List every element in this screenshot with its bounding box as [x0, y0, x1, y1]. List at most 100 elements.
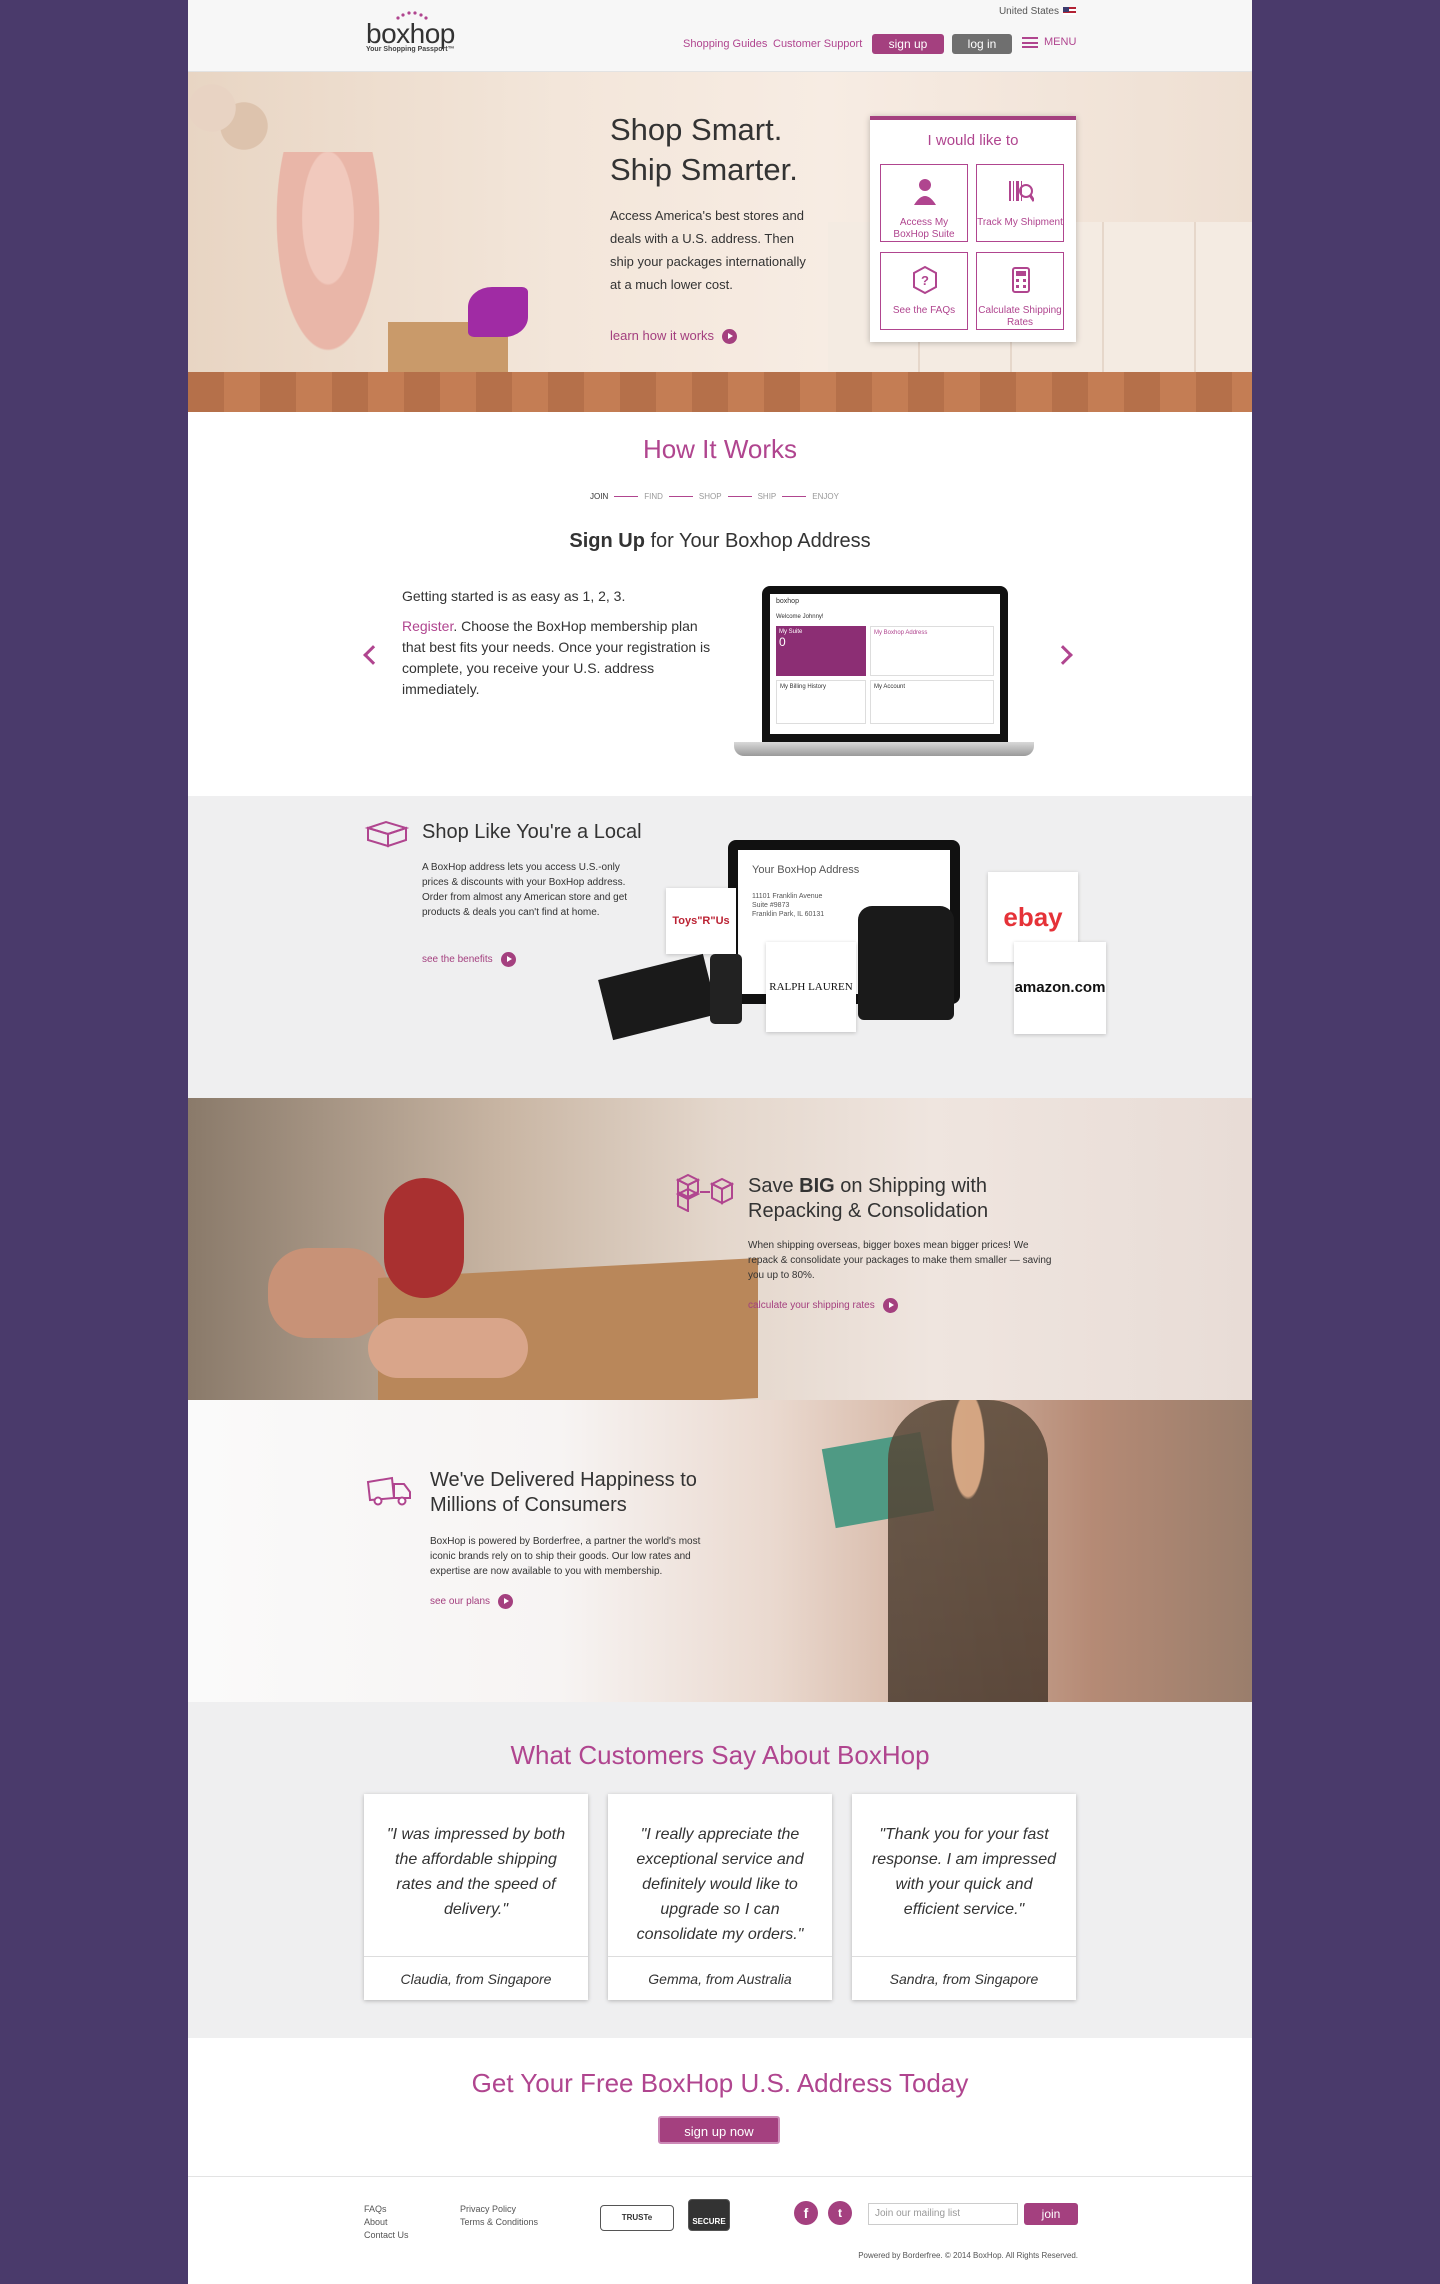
- how-it-works-title: How It Works: [642, 434, 798, 464]
- laptop-base-image: [734, 742, 1034, 756]
- hero-banner: Shop Smart. Ship Smarter. Access America…: [188, 72, 1252, 412]
- shop-title: Shop Like You're a Local: [422, 821, 642, 843]
- hamburger-icon: [1022, 36, 1038, 48]
- step-divider: [782, 496, 807, 498]
- site-header: boxhop Your Shopping Passport™ United St…: [188, 0, 1252, 72]
- step-divider: [668, 496, 693, 498]
- save-body: When shipping overseas, bigger boxes mea…: [748, 1240, 1052, 1281]
- tile-see-faqs[interactable]: ? See the FAQs: [880, 252, 968, 330]
- carousel-next-arrow-icon[interactable]: [1053, 645, 1073, 665]
- learn-how-label: learn how it works: [610, 328, 715, 343]
- us-flag-icon: [1063, 7, 1076, 16]
- step-join[interactable]: JOIN: [590, 492, 608, 501]
- toysrus-logo: Toys"R"Us: [666, 888, 736, 954]
- delivered-title-line1: We've Delivered Happiness to: [430, 1469, 697, 1491]
- facebook-icon[interactable]: f: [794, 2201, 818, 2225]
- testimonial-author: Claudia, from Singapore: [364, 1956, 588, 2000]
- delivered-title: We've Delivered Happiness to Millions of…: [430, 1468, 697, 1518]
- play-arrow-icon: [498, 1594, 514, 1609]
- testimonial-author: Sandra, from Singapore: [852, 1956, 1076, 2000]
- testimonial-card: "I really appreciate the exceptional ser…: [608, 1794, 832, 2000]
- see-plans-link[interactable]: see our plans: [430, 1594, 514, 1609]
- screen-address-label: My Boxhop Address: [874, 630, 928, 636]
- footer-link-privacy[interactable]: Privacy Policy: [460, 2203, 538, 2216]
- tile-track-shipment[interactable]: Track My Shipment: [976, 164, 1064, 242]
- hero-title-line1: Shop Smart.: [610, 112, 783, 147]
- play-arrow-icon: [500, 952, 516, 967]
- save-title-line1: Save BIG on Shipping with: [748, 1174, 988, 1199]
- tape-dispenser-image: [384, 1178, 464, 1298]
- step-ship[interactable]: SHIP: [758, 492, 777, 501]
- save-title: Save BIG on Shipping with Repacking & Co…: [748, 1174, 988, 1224]
- delivered-title-line2: Millions of Consumers: [430, 1494, 627, 1516]
- svg-text:?: ?: [921, 273, 929, 288]
- twitter-icon[interactable]: t: [828, 2201, 852, 2225]
- learn-how-link[interactable]: learn how it works: [610, 328, 738, 345]
- step-shop[interactable]: SHOP: [699, 492, 722, 501]
- calculate-rates-link[interactable]: calculate your shipping rates: [748, 1298, 898, 1313]
- copyright: Powered by Borderfree. © 2014 BoxHop. Al…: [858, 2251, 1078, 2260]
- quick-actions-title: I would like to: [927, 132, 1019, 149]
- hero-title-line2: Ship Smarter.: [610, 152, 798, 187]
- footer-link-about[interactable]: About: [364, 2216, 409, 2229]
- screen-account-label: My Account: [874, 684, 906, 690]
- boxhop-logo[interactable]: boxhop Your Shopping Passport™: [366, 11, 455, 53]
- register-link[interactable]: Register: [402, 618, 453, 634]
- steps-indicator: JOIN FIND SHOP SHIP ENJOY: [590, 492, 839, 501]
- tile-calculate-rates[interactable]: Calculate Shipping Rates: [976, 252, 1064, 330]
- save-title-post: on Shipping with: [834, 1175, 988, 1197]
- boxes-icon: [364, 820, 410, 848]
- footer-link-terms[interactable]: Terms & Conditions: [460, 2216, 538, 2229]
- hero-title: Shop Smart. Ship Smarter.: [610, 110, 798, 190]
- address-line: 11101 Franklin Avenue: [752, 893, 823, 900]
- testimonial-quote: "I really appreciate the exceptional ser…: [636, 1826, 804, 1943]
- testimonial-author: Gemma, from Australia: [608, 1956, 832, 2000]
- truste-badge[interactable]: TRUSTe: [600, 2205, 674, 2231]
- nav-shopping-guides[interactable]: Shopping Guides: [683, 38, 767, 50]
- tile-access-suite[interactable]: Access My BoxHop Suite: [880, 164, 968, 242]
- mailing-list-input[interactable]: Join our mailing list: [868, 2203, 1018, 2225]
- delivered-section: We've Delivered Happiness to Millions of…: [188, 1400, 1252, 1702]
- amazon-logo: amazon.com: [1014, 942, 1106, 1034]
- play-arrow-icon: [722, 329, 738, 345]
- tablet-image: [598, 953, 718, 1041]
- see-benefits-label: see the benefits: [422, 954, 493, 966]
- join-button[interactable]: join: [1024, 2203, 1078, 2225]
- footer-link-contact[interactable]: Contact Us: [364, 2229, 409, 2242]
- digicert-badge[interactable]: SECURE: [688, 2199, 730, 2231]
- testimonials-title: What Customers Say About BoxHop: [510, 1740, 930, 1770]
- testimonial-quote: "I was impressed by both the affordable …: [386, 1826, 566, 1918]
- site-footer: FAQs About Contact Us Privacy Policy Ter…: [188, 2176, 1252, 2284]
- country-selector[interactable]: United States: [999, 6, 1076, 17]
- how-subtitle-rest: for Your Boxhop Address: [644, 530, 871, 552]
- step-enjoy[interactable]: ENJOY: [812, 492, 839, 501]
- how-intro: Getting started is as easy as 1, 2, 3.: [402, 588, 626, 604]
- nav-customer-support[interactable]: Customer Support: [773, 38, 862, 50]
- hero-floor-image: [188, 372, 1252, 412]
- screen-billing-tile: My Billing History: [776, 680, 866, 724]
- menu-button[interactable]: MENU: [1022, 36, 1076, 48]
- screen-billing-label: My Billing History: [780, 684, 827, 690]
- step-find[interactable]: FIND: [644, 492, 663, 501]
- arm-image: [268, 1248, 388, 1338]
- hand-image: [368, 1318, 528, 1378]
- man-image: [888, 1400, 1048, 1702]
- signup-button[interactable]: sign up: [872, 34, 944, 54]
- quick-actions-panel: I would like to Access My BoxHop Suite T…: [870, 116, 1076, 342]
- testimonials-section: What Customers Say About BoxHop "I was i…: [188, 1702, 1252, 2038]
- see-benefits-link[interactable]: see the benefits: [422, 952, 516, 967]
- how-body: Register. Choose the BoxHop membership p…: [402, 616, 718, 700]
- how-subtitle: Sign Up for Your Boxhop Address: [188, 530, 1252, 553]
- page: boxhop Your Shopping Passport™ United St…: [188, 0, 1252, 2284]
- tile-label: See the FAQs: [892, 305, 956, 316]
- carousel-prev-arrow-icon[interactable]: [363, 645, 383, 665]
- logo-tagline: Your Shopping Passport™: [366, 46, 455, 53]
- footer-link-faqs[interactable]: FAQs: [364, 2203, 409, 2216]
- cta-title: Get Your Free BoxHop U.S. Address Today: [471, 2068, 969, 2098]
- address-title: Your BoxHop Address: [752, 864, 860, 876]
- calculate-rates-label: calculate your shipping rates: [748, 1300, 875, 1312]
- screen-address-tile: My Boxhop Address: [870, 626, 994, 676]
- question-hex-icon: ?: [913, 265, 937, 295]
- signup-now-button[interactable]: sign up now: [658, 2116, 780, 2144]
- login-button[interactable]: log in: [952, 34, 1012, 54]
